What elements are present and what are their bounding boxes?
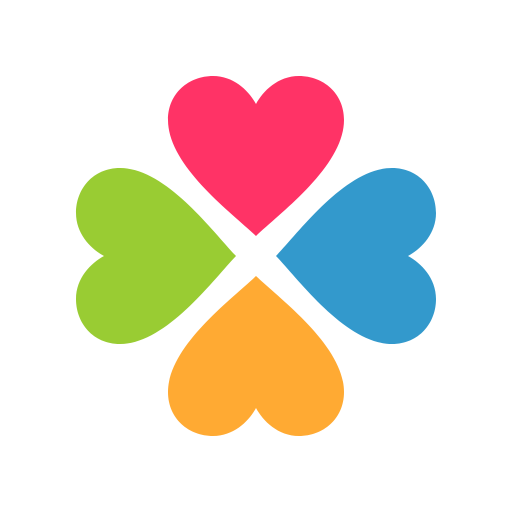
clover-hearts-logo-icon [76,76,436,436]
app-icon-canvas [0,0,512,512]
heart-group [76,76,436,436]
